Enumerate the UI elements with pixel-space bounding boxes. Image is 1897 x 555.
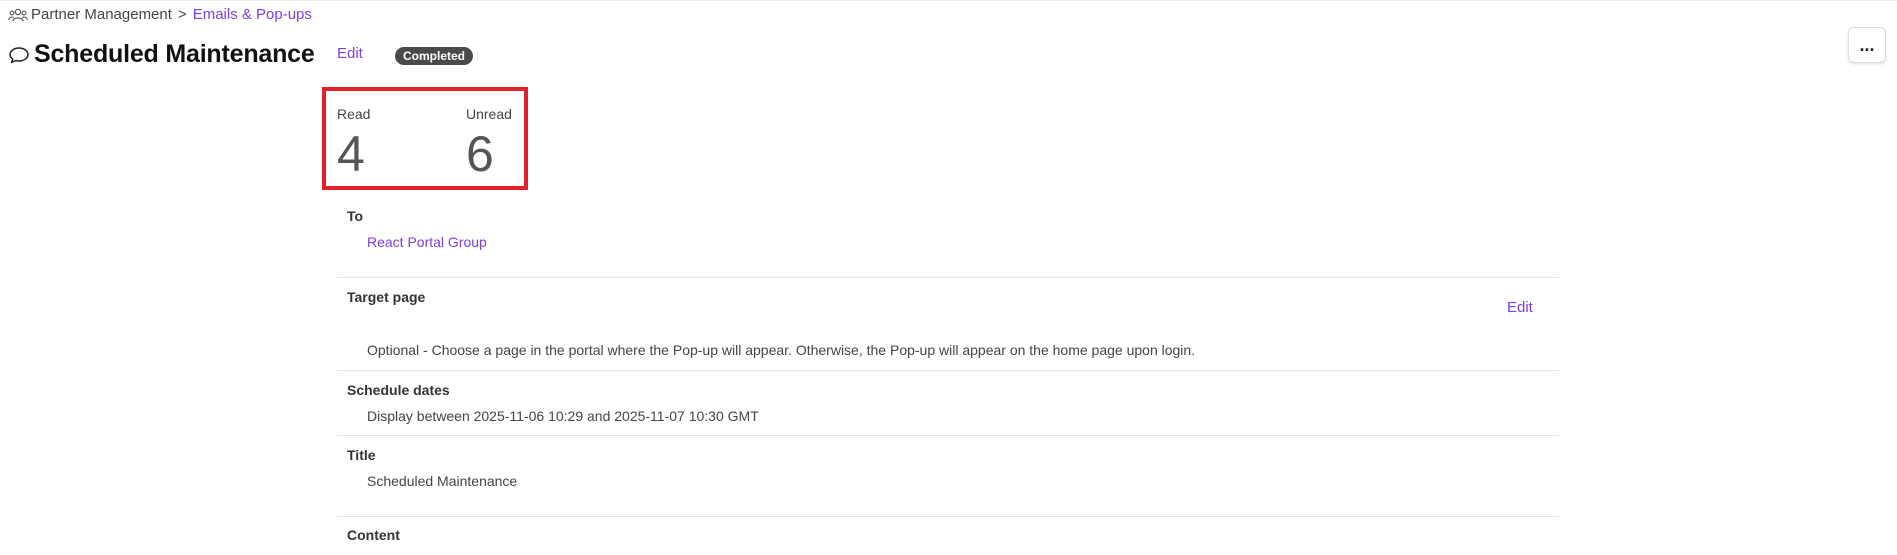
breadcrumb-root[interactable]: Partner Management [31,6,172,23]
target-page-label: Target page [347,289,426,305]
breadcrumb: Partner Management > Emails & Pop-ups [8,6,312,23]
edit-target-page-button[interactable]: Edit [1507,299,1533,316]
content-label: Content [347,527,400,543]
page-title: Scheduled Maintenance [34,40,315,68]
divider [337,277,1559,278]
title-value: Scheduled Maintenance [367,473,518,489]
page-header: Scheduled Maintenance [8,40,315,69]
to-label: To [347,208,364,224]
divider [337,435,1559,436]
divider [337,516,1559,517]
title-section: Title Scheduled Maintenance [337,447,1559,507]
target-page-description: Optional - Choose a page in the portal w… [367,342,1196,358]
schedule-label: Schedule dates [347,382,450,398]
target-page-section: Target page Edit Optional - Choose a pag… [337,289,1559,369]
content-section: Content [337,527,1559,553]
top-border [0,0,1897,1]
title-label: Title [347,447,376,463]
breadcrumb-separator: > [177,6,187,23]
recipient-group-link[interactable]: React Portal Group [367,234,487,250]
status-badge: Completed [395,47,474,65]
more-options-button[interactable]: ... [1848,27,1886,63]
edit-title-button[interactable]: Edit [337,45,363,62]
read-stats-highlight: Read 4 Unread 6 [322,87,528,190]
people-icon [8,8,28,21]
breadcrumb-current[interactable]: Emails & Pop-ups [193,6,312,23]
read-label: Read [337,106,371,122]
read-count: 4 [337,126,365,182]
schedule-value: Display between 2025-11-06 10:29 and 202… [367,408,759,424]
divider [337,370,1559,371]
schedule-section: Schedule dates Display between 2025-11-0… [337,382,1559,432]
chat-bubble-icon [9,46,29,63]
to-section: To React Portal Group [337,208,1559,278]
unread-label: Unread [466,106,512,122]
unread-count: 6 [466,126,494,182]
